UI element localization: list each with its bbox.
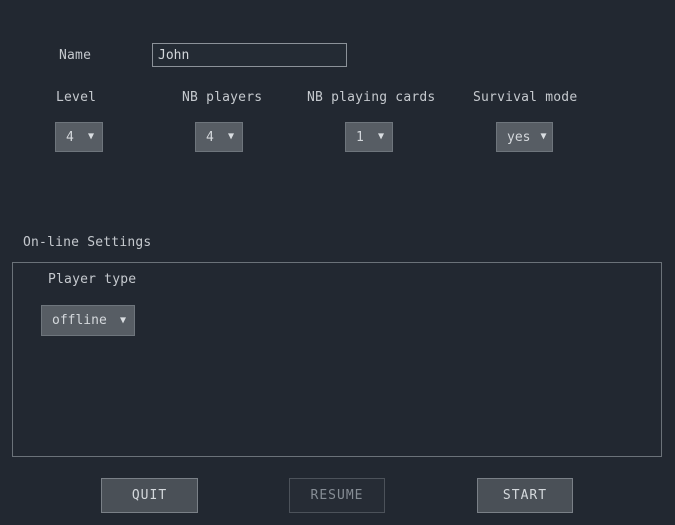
- nb-players-dropdown[interactable]: 4 ▼: [195, 122, 243, 152]
- chevron-down-icon: ▼: [87, 131, 94, 142]
- survival-mode-dropdown[interactable]: yes ▼: [496, 122, 553, 152]
- chevron-down-icon: ▼: [540, 131, 547, 142]
- level-label: Level: [56, 90, 97, 105]
- chevron-down-icon: ▼: [119, 314, 126, 326]
- chevron-down-icon: ▼: [227, 131, 234, 142]
- nb-playing-cards-dropdown[interactable]: 1 ▼: [345, 122, 393, 152]
- player-type-value: offline: [52, 313, 107, 328]
- player-type-dropdown[interactable]: offline ▼: [41, 305, 135, 336]
- settings-screen: Name Level NB players NB playing cards S…: [0, 0, 675, 525]
- resume-button: RESUME: [289, 478, 385, 513]
- nb-playing-cards-value: 1: [356, 129, 364, 145]
- level-dropdown[interactable]: 4 ▼: [55, 122, 103, 152]
- start-button[interactable]: START: [477, 478, 573, 513]
- survival-mode-label: Survival mode: [473, 90, 578, 105]
- player-type-label: Player type: [48, 272, 137, 287]
- online-settings-title: On-line Settings: [23, 235, 152, 250]
- chevron-down-icon: ▼: [377, 131, 384, 142]
- online-settings-group: [12, 262, 662, 457]
- name-input[interactable]: [152, 43, 347, 67]
- name-label: Name: [59, 48, 92, 63]
- survival-mode-value: yes: [507, 129, 531, 145]
- level-value: 4: [66, 129, 74, 145]
- quit-button[interactable]: QUIT: [101, 478, 198, 513]
- nb-players-label: NB players: [182, 90, 263, 105]
- nb-playing-cards-label: NB playing cards: [307, 90, 436, 105]
- nb-players-value: 4: [206, 129, 214, 145]
